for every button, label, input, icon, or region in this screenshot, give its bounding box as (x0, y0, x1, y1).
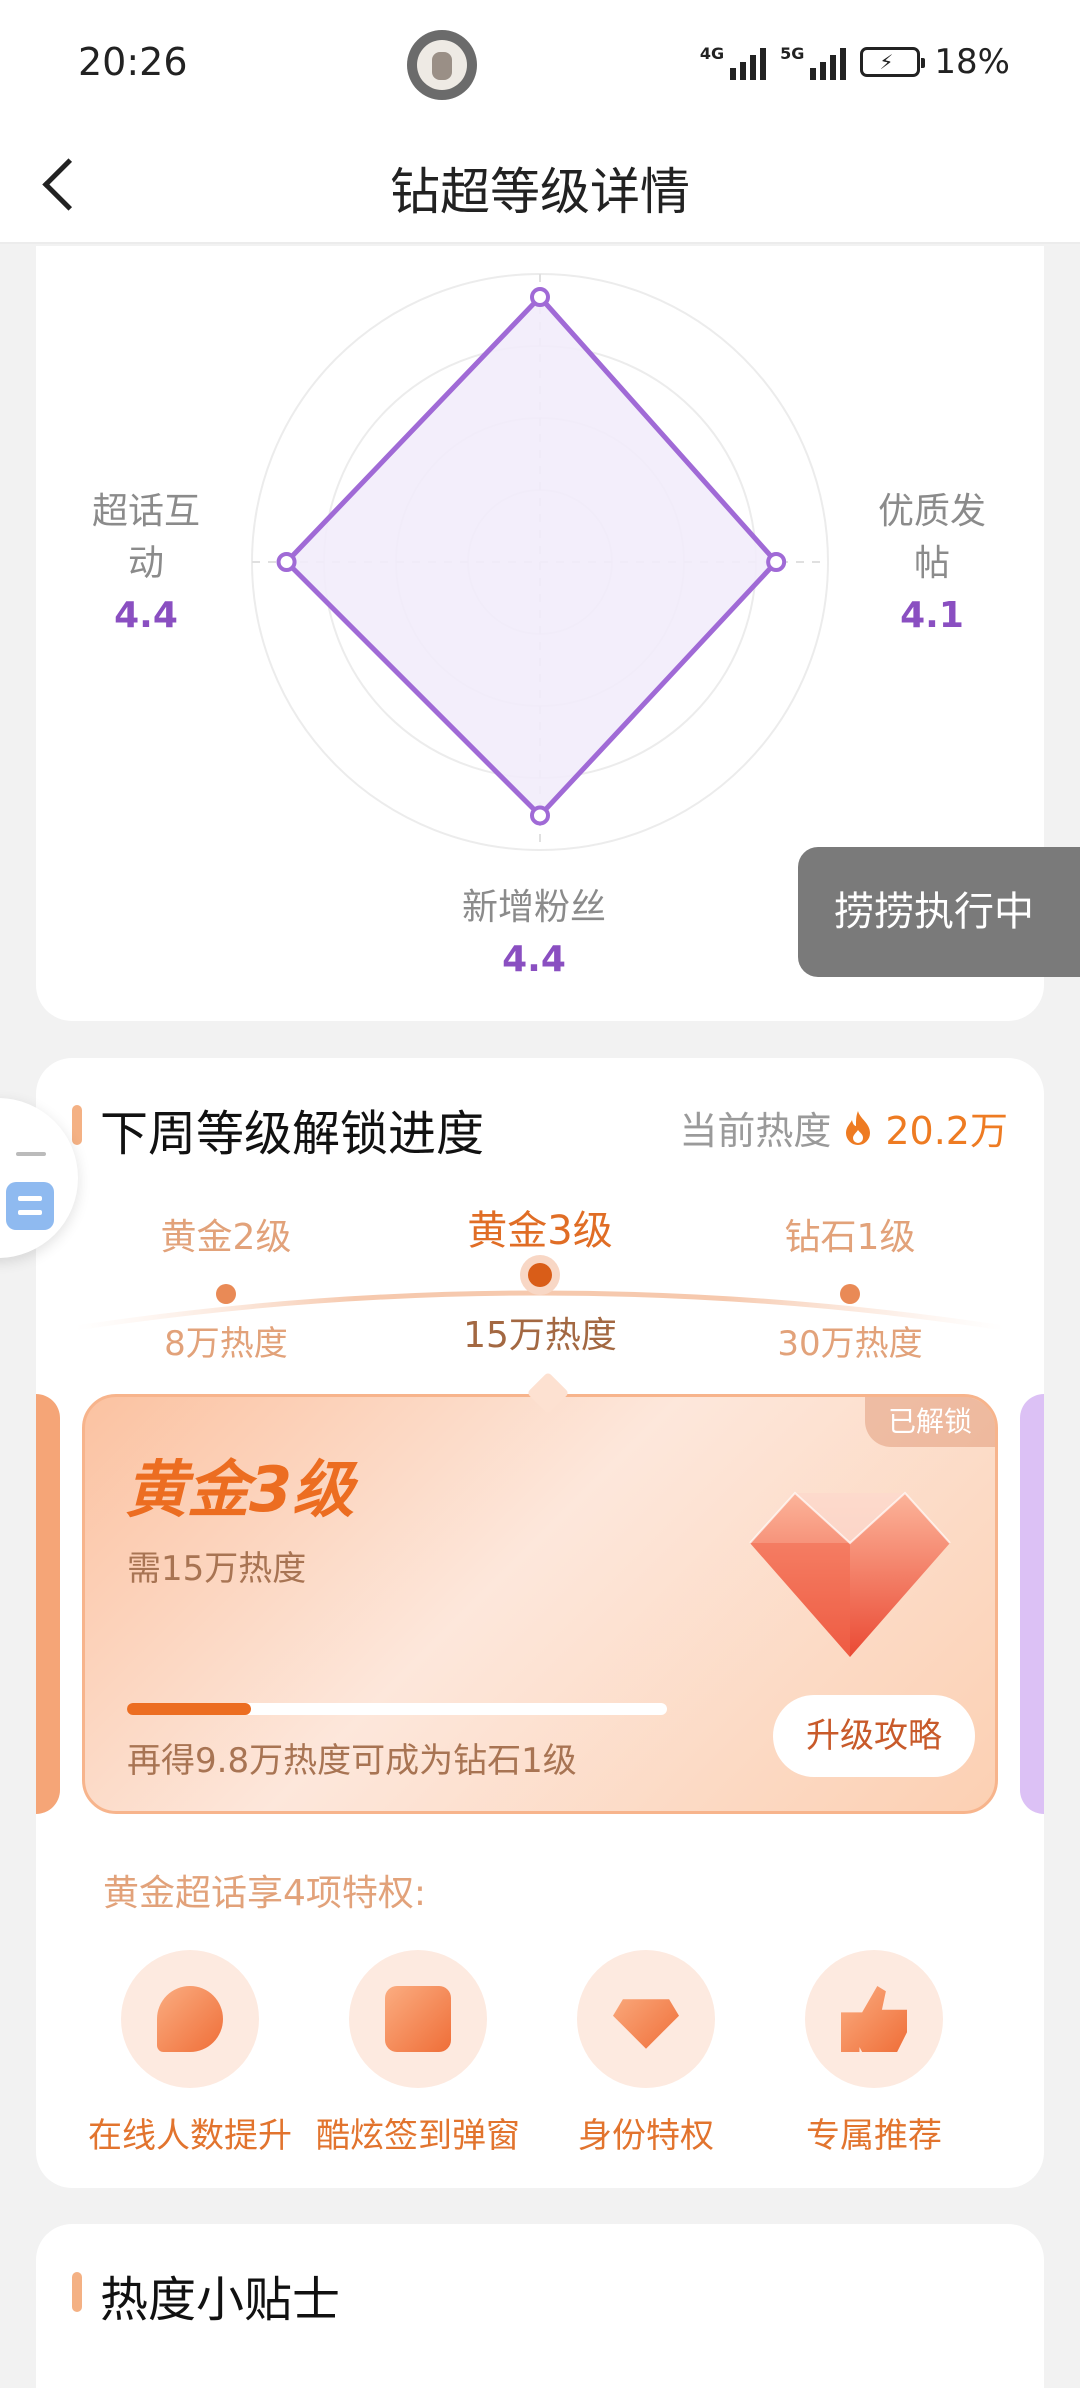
level-node[interactable]: 黄金2级 8万热度 (126, 1208, 326, 1365)
privilege-label: 专属推荐 (806, 2116, 942, 2156)
level-heat: 15万热度 (463, 1315, 617, 1356)
level-node[interactable]: 钻石1级 30万热度 (750, 1208, 950, 1365)
privilege-label: 身份特权 (578, 2116, 714, 2156)
privilege-recommendation[interactable]: 专属推荐 (764, 1950, 984, 2157)
card-hint: 再得9.8万热度可成为钻石1级 (127, 1741, 577, 1781)
level-name: 黄金3级 (467, 1208, 613, 1254)
privilege-label: 酷炫签到弹窗 (316, 2116, 520, 2156)
upgrade-strategy-button[interactable]: 升级攻略 (773, 1695, 975, 1777)
status-time: 20:26 (78, 40, 188, 84)
diamond-icon (577, 1950, 715, 2088)
tips-card: 热度小贴士 (36, 2224, 1044, 2388)
gem-icon (749, 1491, 951, 1657)
carousel-next-card[interactable] (1020, 1394, 1044, 1814)
level-node-active[interactable]: 黄金3级 15万热度 (420, 1198, 660, 1358)
radar-point (530, 805, 550, 826)
battery-icon: ⚡ (860, 47, 926, 77)
calendar-check-icon (349, 1950, 487, 2088)
unlocked-badge: 已解锁 (865, 1397, 995, 1447)
carousel-prev-card[interactable] (36, 1394, 60, 1814)
privilege-online-boost[interactable]: 在线人数提升 (80, 1950, 300, 2157)
radar-point (766, 552, 787, 572)
signal-4g-icon: 4G (700, 44, 767, 80)
level-card[interactable]: 已解锁 黄金3级 需15万热度 再得9.8万热度可成为钻石1级 升级攻略 (82, 1394, 998, 1814)
privilege-identity[interactable]: 身份特权 (536, 1950, 756, 2157)
radar-point (530, 287, 550, 308)
card-progress-bar (127, 1703, 667, 1715)
level-heat: 8万热度 (164, 1324, 288, 1364)
signal-5g-icon: 5G (780, 44, 847, 80)
radar-area (283, 293, 780, 820)
privileges-title: 黄金超话享4项特权: (103, 1873, 427, 1914)
radar-dim-fans: 新增粉丝 4.4 (354, 882, 714, 986)
unlock-progress-card: 下周等级解锁进度 当前热度 20.2万 黄金2级 8万热度 黄金3级 15万热度 (36, 1058, 1044, 2188)
card-requirement: 需15万热度 (127, 1549, 307, 1589)
radar-score-posts: 4.1 (900, 595, 964, 636)
radar-point (276, 552, 297, 572)
status-icons: 4G 5G ⚡ 18% (700, 42, 1010, 82)
status-bar: 20:26 4G 5G ⚡ 18% (0, 0, 1080, 128)
level-heat: 30万热度 (777, 1324, 923, 1364)
notification-avatar-icon (407, 30, 477, 100)
radar-dim-posts: 优质发帖 4.1 (862, 486, 1002, 642)
toast-message: 捞捞执行中 (798, 847, 1080, 977)
radar-score-fans: 4.4 (502, 939, 566, 980)
card-level-title: 黄金3级 (125, 1453, 355, 1526)
section-accent-bar (72, 2272, 82, 2312)
privilege-checkin-popup[interactable]: 酷炫签到弹窗 (308, 1950, 528, 2157)
level-name: 钻石1级 (784, 1217, 916, 1258)
radar-dim-interaction: 超话互动 4.4 (76, 486, 216, 642)
tips-section-title: 热度小贴士 (100, 2272, 341, 2328)
nav-bar: 钻超等级详情 (0, 128, 1080, 244)
face-icon (121, 1950, 259, 2088)
document-icon (6, 1182, 54, 1230)
battery-percent: 18% (934, 42, 1010, 82)
radar-score-interaction: 4.4 (114, 595, 178, 636)
level-name: 黄金2级 (160, 1217, 292, 1258)
thumbs-up-icon (805, 1950, 943, 2088)
minimize-dash-icon (16, 1152, 46, 1156)
privilege-label: 在线人数提升 (88, 2116, 292, 2156)
card-progress-fill (127, 1703, 252, 1715)
page-title: 钻超等级详情 (390, 163, 690, 221)
